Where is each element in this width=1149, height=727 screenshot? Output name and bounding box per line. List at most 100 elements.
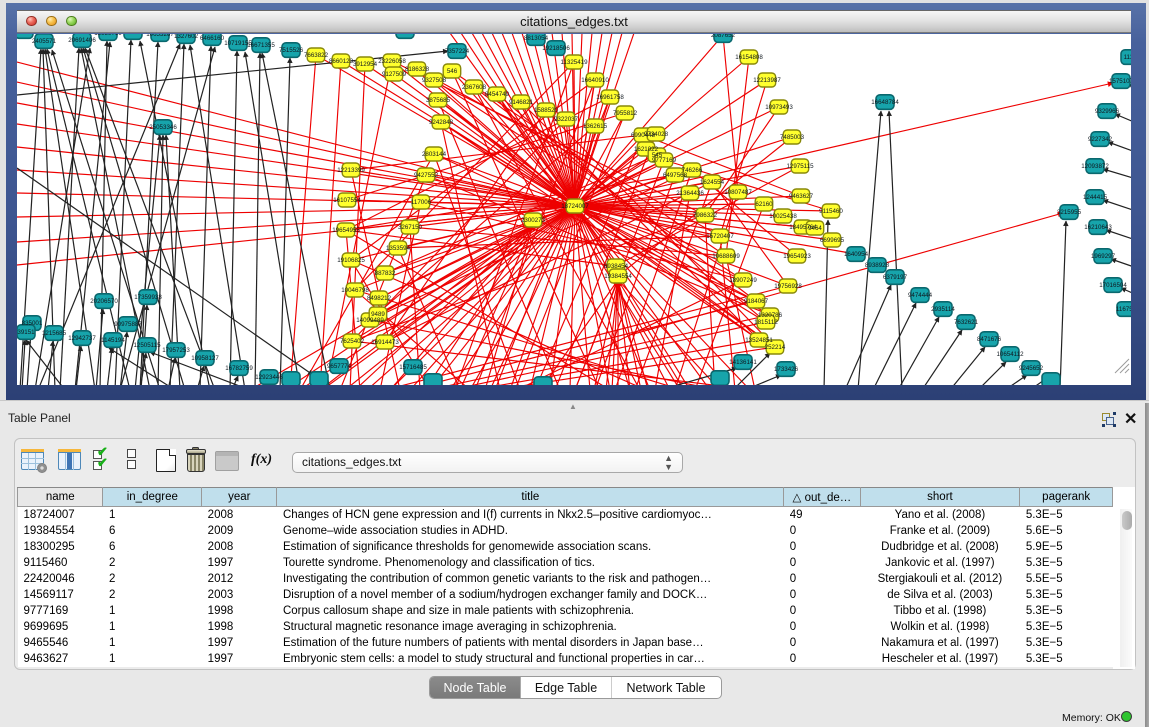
svg-text:16033809: 16033809 (391, 34, 419, 35)
svg-text:23226058: 23226058 (378, 58, 406, 65)
svg-text:90975887: 90975887 (114, 321, 142, 328)
svg-text:8938928: 8938928 (865, 262, 890, 269)
svg-text:16154808: 16154808 (735, 54, 763, 61)
svg-text:9227342: 9227342 (1088, 136, 1113, 143)
svg-text:7663822: 7663822 (304, 52, 329, 59)
svg-text:10653267: 10653267 (146, 34, 174, 38)
svg-text:12505115: 12505115 (133, 342, 161, 349)
svg-text:10807487: 10807487 (724, 189, 752, 196)
svg-text:19218506: 19218506 (542, 45, 570, 52)
svg-text:9322037: 9322037 (554, 116, 579, 123)
svg-text:546: 546 (447, 68, 458, 75)
svg-text:19756928: 19756928 (774, 283, 802, 290)
svg-text:7986322: 7986322 (693, 212, 718, 219)
svg-text:9146821: 9146821 (509, 99, 534, 106)
svg-text:2803144: 2803144 (422, 151, 447, 158)
svg-text:1733426: 1733426 (774, 366, 799, 373)
svg-text:9777169: 9777169 (652, 157, 677, 164)
svg-text:6938454: 6938454 (604, 263, 629, 270)
svg-text:16961758: 16961758 (596, 94, 624, 101)
svg-text:25053346: 25053346 (149, 124, 177, 131)
svg-text:1353594: 1353594 (386, 245, 411, 252)
svg-text:7625402: 7625402 (340, 338, 365, 345)
svg-text:9463627: 9463627 (789, 193, 814, 200)
svg-text:9489: 9489 (371, 311, 385, 318)
svg-text:8660123: 8660123 (329, 58, 354, 65)
svg-text:8454749: 8454749 (485, 91, 510, 98)
svg-text:16782759: 16782759 (225, 365, 253, 372)
svg-text:7357224: 7357224 (445, 48, 470, 55)
svg-text:12923446: 12923446 (255, 374, 283, 381)
svg-text:12093872: 12093872 (1081, 163, 1109, 170)
svg-text:20691406: 20691406 (68, 37, 96, 44)
svg-text:16671355: 16671355 (247, 42, 275, 49)
svg-text:9427552: 9427552 (414, 172, 439, 179)
svg-text:19384554: 19384554 (604, 273, 632, 280)
svg-text:39151: 39151 (17, 329, 35, 336)
svg-text:1117: 1117 (1124, 54, 1131, 61)
svg-text:14099489: 14099489 (356, 317, 384, 324)
svg-text:1244415: 1244415 (1083, 194, 1108, 201)
svg-text:9245652: 9245652 (1019, 365, 1044, 372)
svg-text:9127509: 9127509 (382, 71, 407, 78)
svg-text:9464: 9464 (808, 225, 822, 232)
svg-text:10958127: 10958127 (191, 355, 219, 362)
svg-text:8471676: 8471676 (977, 336, 1002, 343)
svg-text:1815112: 1815112 (754, 319, 778, 326)
svg-text:21364436: 21364436 (676, 190, 704, 197)
svg-text:887832: 887832 (375, 270, 396, 277)
svg-text:17016504: 17016504 (1099, 282, 1127, 289)
svg-text:835001: 835001 (22, 320, 43, 327)
svg-text:3267150: 3267150 (398, 224, 423, 231)
svg-text:10653287: 10653287 (119, 34, 147, 36)
svg-text:1215685: 1215685 (42, 330, 67, 337)
svg-text:2367608: 2367608 (462, 84, 487, 91)
svg-text:9184067: 9184067 (744, 298, 769, 305)
svg-text:16640910: 16640910 (581, 77, 609, 84)
svg-text:12975115: 12975115 (786, 163, 814, 170)
svg-text:8186328: 8186328 (405, 66, 430, 73)
svg-text:9242848: 9242848 (429, 119, 454, 126)
svg-text:7485003: 7485003 (780, 134, 805, 141)
svg-text:12213399: 12213399 (337, 167, 365, 174)
svg-text:16210643: 16210643 (1084, 224, 1112, 231)
svg-text:9474444: 9474444 (908, 292, 933, 299)
svg-text:1624554: 1624554 (700, 179, 725, 186)
svg-text:2405571: 2405571 (32, 38, 57, 45)
svg-text:7632621: 7632621 (954, 319, 979, 326)
svg-text:17359938: 17359938 (134, 294, 162, 301)
svg-text:20206570: 20206570 (90, 298, 118, 305)
svg-text:9657774: 9657774 (327, 363, 352, 370)
svg-text:9734028: 9734028 (644, 131, 669, 138)
svg-text:1969297: 1969297 (1091, 253, 1116, 260)
svg-text:116753: 116753 (1116, 306, 1131, 313)
svg-text:19654955: 19654955 (332, 227, 360, 234)
svg-text:10654112: 10654112 (996, 351, 1024, 358)
svg-text:18959719: 18959719 (94, 34, 122, 37)
svg-text:14136141: 14136141 (729, 359, 757, 366)
svg-text:1575107: 1575107 (1109, 78, 1131, 85)
svg-text:1640954: 1640954 (844, 251, 869, 258)
svg-text:1145194: 1145194 (101, 337, 125, 344)
svg-text:3912954: 3912954 (353, 61, 378, 68)
svg-text:12942737: 12942737 (68, 335, 96, 342)
svg-text:16648784: 16648784 (871, 99, 899, 106)
svg-text:7515526: 7515526 (279, 47, 304, 54)
svg-text:12213987: 12213987 (753, 77, 781, 84)
svg-text:9329966: 9329966 (1095, 108, 1120, 115)
svg-text:1327602: 1327602 (174, 34, 199, 40)
svg-text:2300273: 2300273 (521, 217, 546, 224)
svg-text:13524851: 13524851 (745, 337, 773, 344)
svg-text:3215955: 3215955 (1057, 209, 1082, 216)
svg-text:19654923: 19654923 (783, 253, 811, 260)
svg-text:6379197: 6379197 (883, 274, 908, 281)
svg-text:10688609: 10688609 (712, 253, 740, 260)
svg-text:18724007: 18724007 (561, 203, 589, 210)
svg-text:10973493: 10973493 (765, 104, 793, 111)
svg-text:2935114: 2935114 (931, 306, 955, 313)
svg-text:6466160: 6466160 (200, 35, 225, 42)
svg-text:62160: 62160 (755, 201, 773, 208)
svg-text:7955812: 7955812 (613, 110, 638, 117)
svg-text:6699695: 6699695 (820, 237, 845, 244)
svg-text:1588520: 1588520 (534, 107, 559, 114)
